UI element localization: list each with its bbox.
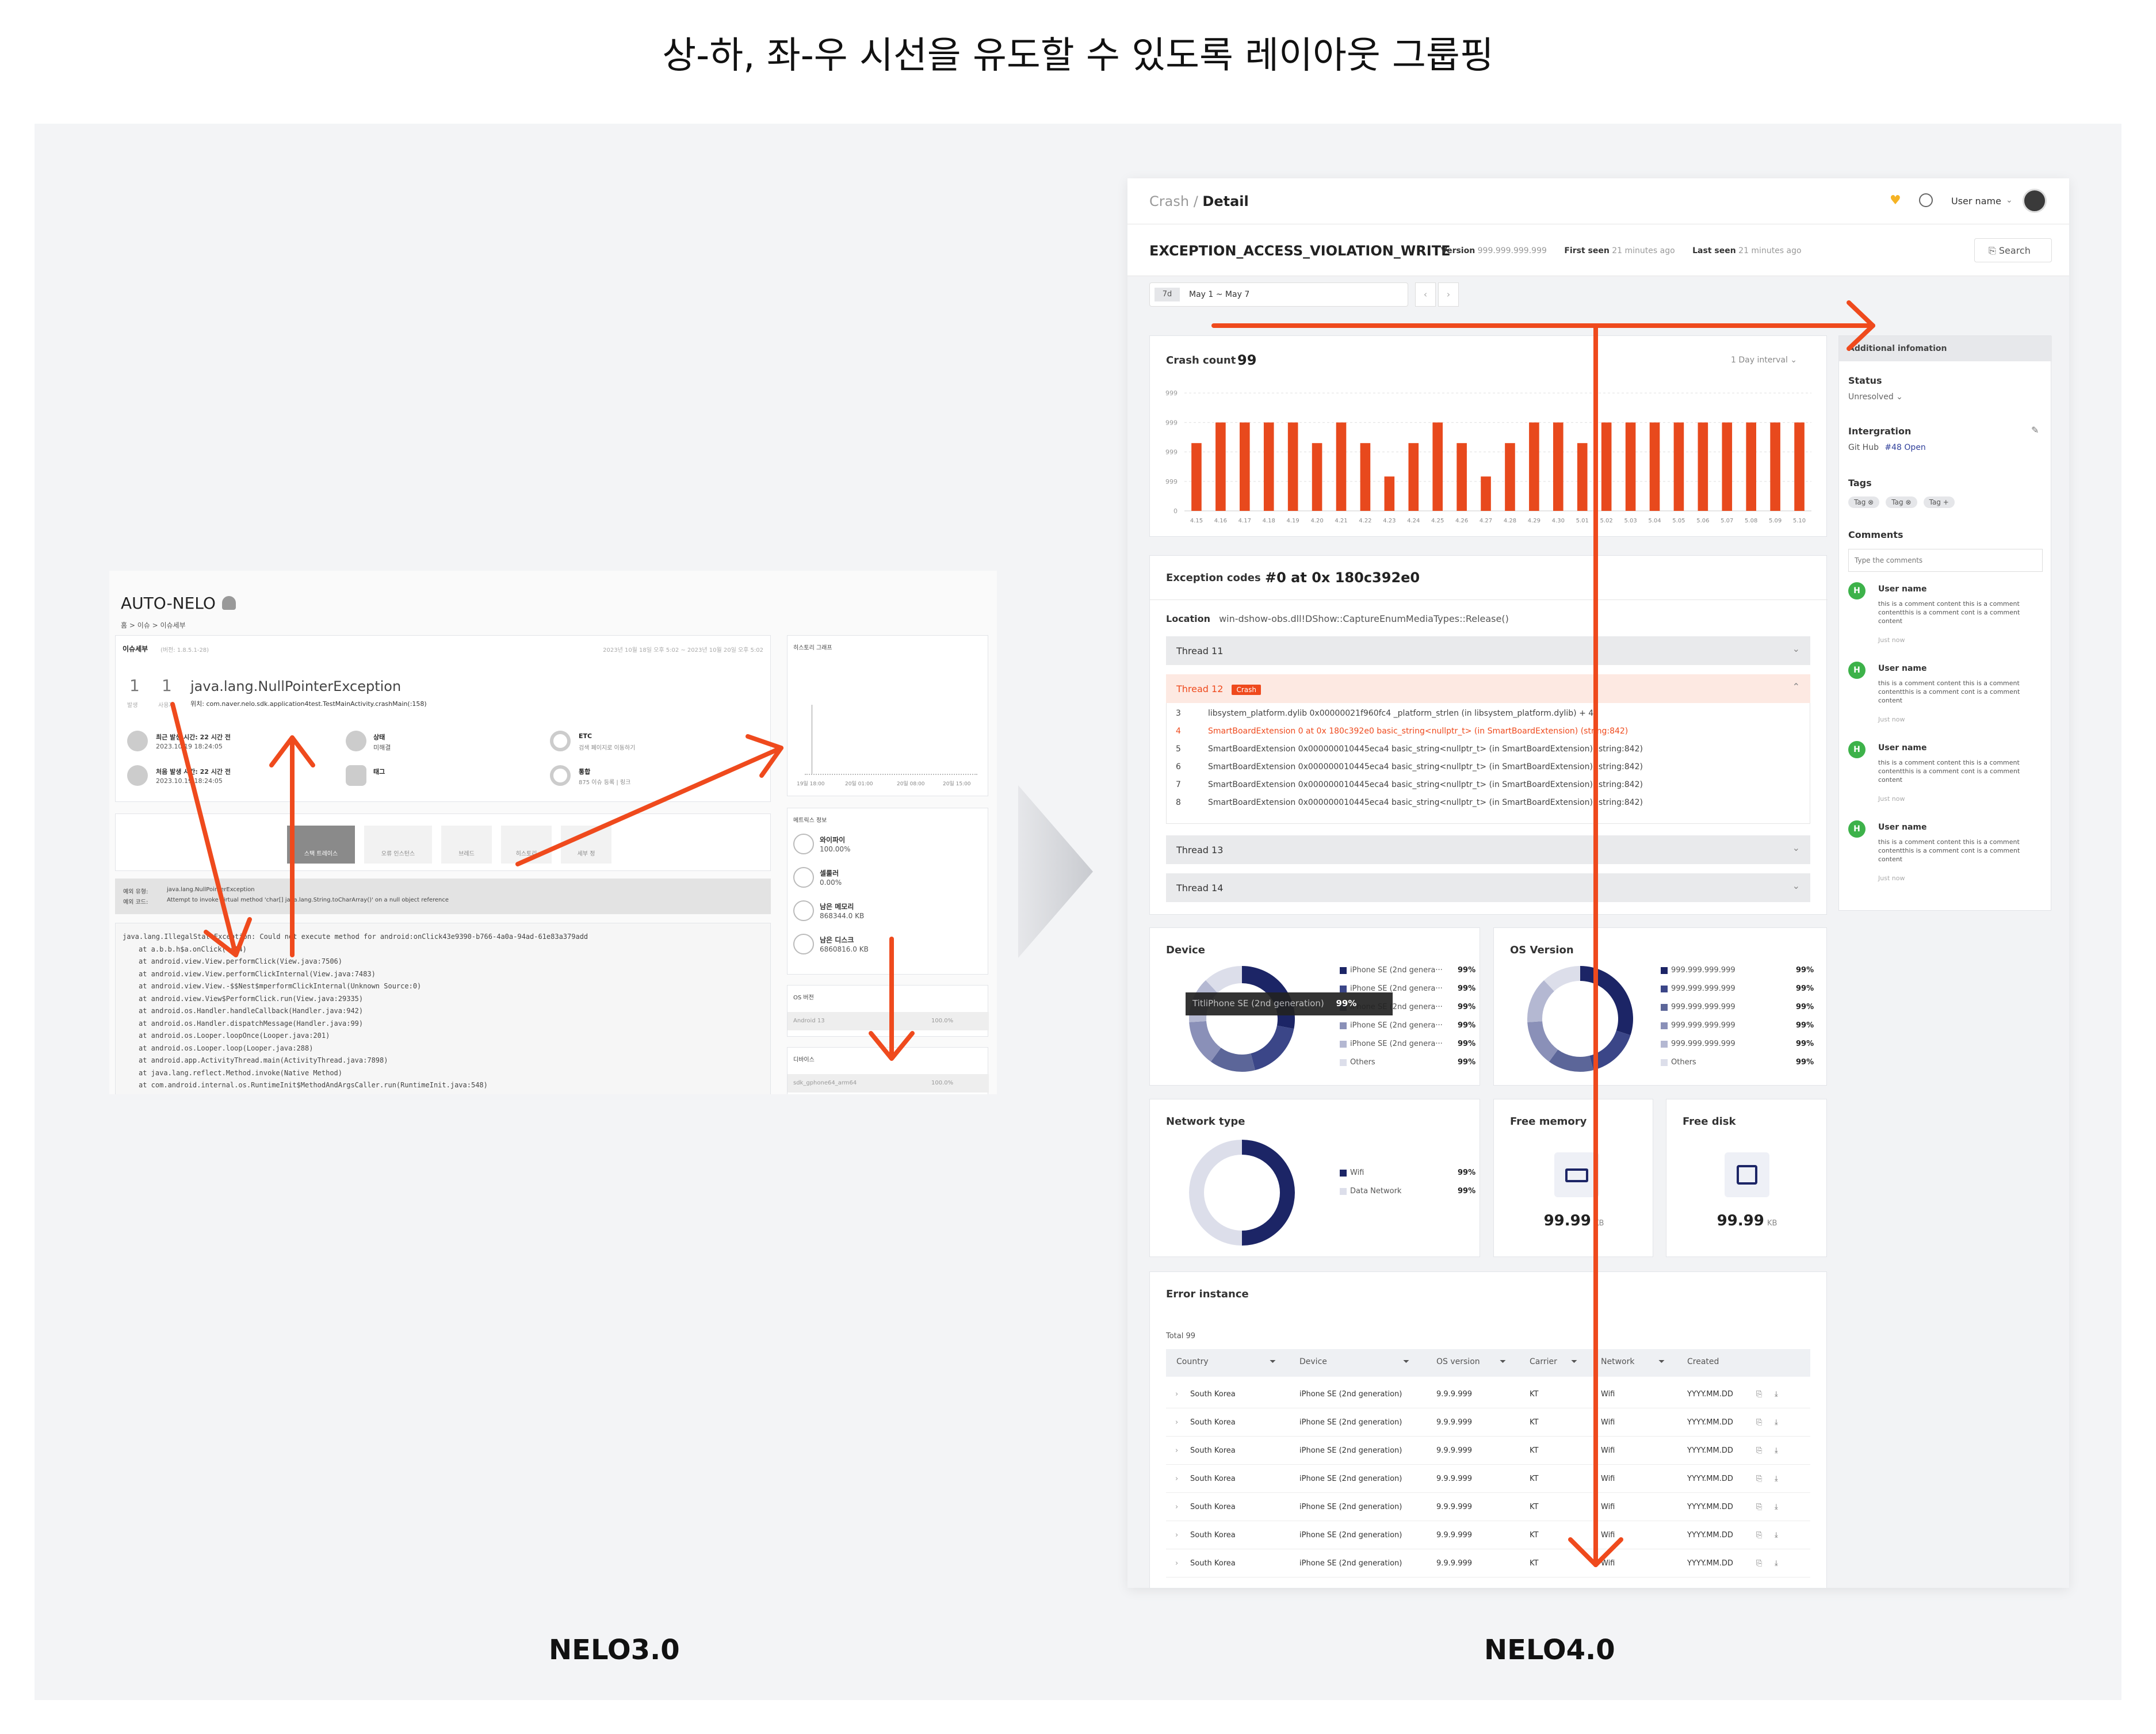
page-heading: 상-하, 좌-우 시선을 유도할 수 있도록 레이아웃 그룹핑 <box>662 35 1494 77</box>
caption-nelo4: NELO4.0 <box>1484 1634 1615 1666</box>
nelo3-screenshot: AUTO-NELO 홈 > 이슈 > 이슈세부 이슈세부 (버전: 1.8.5.… <box>109 571 997 1094</box>
new-annotation-arrows <box>1211 300 1875 1567</box>
caption-nelo3: NELO3.0 <box>549 1634 680 1666</box>
transition-arrow <box>1018 785 1093 958</box>
nelo4-screenshot: Crash / Detail ♥ User name ⌄ EXCEPTION_A… <box>1127 178 2069 1588</box>
comparison-panel: AUTO-NELO 홈 > 이슈 > 이슈세부 이슈세부 (버전: 1.8.5.… <box>35 124 2121 1700</box>
old-annotation-arrows <box>170 702 915 1061</box>
